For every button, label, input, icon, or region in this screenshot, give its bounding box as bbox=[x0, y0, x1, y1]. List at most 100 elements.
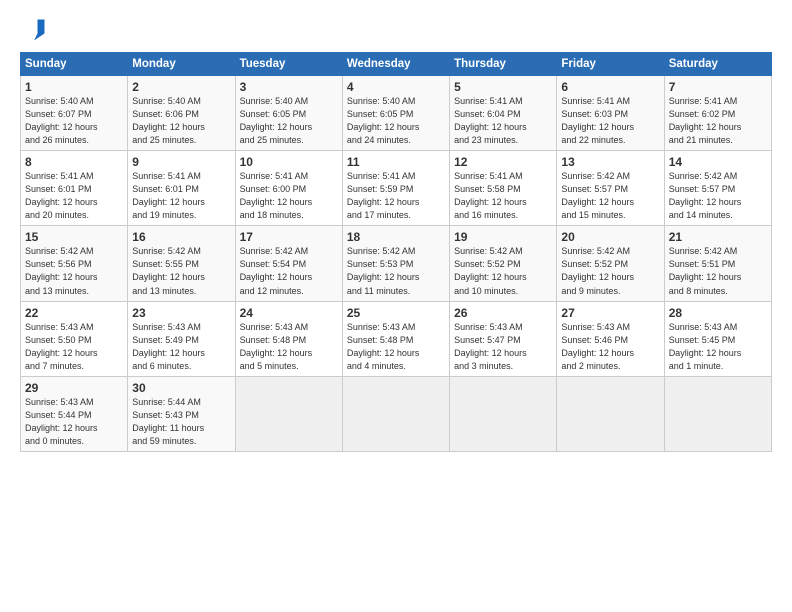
day-number: 18 bbox=[347, 230, 445, 244]
day-info: Sunrise: 5:42 AM Sunset: 5:51 PM Dayligh… bbox=[669, 245, 767, 297]
day-number: 20 bbox=[561, 230, 659, 244]
day-number: 9 bbox=[132, 155, 230, 169]
calendar-page: Sunday Monday Tuesday Wednesday Thursday… bbox=[0, 0, 792, 612]
day-info: Sunrise: 5:43 AM Sunset: 5:44 PM Dayligh… bbox=[25, 396, 123, 448]
calendar-cell: 17Sunrise: 5:42 AM Sunset: 5:54 PM Dayli… bbox=[235, 226, 342, 301]
calendar-cell: 1Sunrise: 5:40 AM Sunset: 6:07 PM Daylig… bbox=[21, 76, 128, 151]
day-info: Sunrise: 5:40 AM Sunset: 6:07 PM Dayligh… bbox=[25, 95, 123, 147]
calendar-cell: 6Sunrise: 5:41 AM Sunset: 6:03 PM Daylig… bbox=[557, 76, 664, 151]
day-number: 2 bbox=[132, 80, 230, 94]
day-number: 23 bbox=[132, 306, 230, 320]
calendar-cell bbox=[557, 376, 664, 451]
day-number: 19 bbox=[454, 230, 552, 244]
day-number: 12 bbox=[454, 155, 552, 169]
day-info: Sunrise: 5:41 AM Sunset: 6:01 PM Dayligh… bbox=[25, 170, 123, 222]
day-info: Sunrise: 5:44 AM Sunset: 5:43 PM Dayligh… bbox=[132, 396, 230, 448]
day-number: 8 bbox=[25, 155, 123, 169]
day-number: 5 bbox=[454, 80, 552, 94]
day-number: 3 bbox=[240, 80, 338, 94]
day-number: 21 bbox=[669, 230, 767, 244]
day-info: Sunrise: 5:42 AM Sunset: 5:56 PM Dayligh… bbox=[25, 245, 123, 297]
day-number: 10 bbox=[240, 155, 338, 169]
week-row-2: 15Sunrise: 5:42 AM Sunset: 5:56 PM Dayli… bbox=[21, 226, 772, 301]
day-info: Sunrise: 5:42 AM Sunset: 5:53 PM Dayligh… bbox=[347, 245, 445, 297]
day-info: Sunrise: 5:42 AM Sunset: 5:52 PM Dayligh… bbox=[454, 245, 552, 297]
calendar-cell: 9Sunrise: 5:41 AM Sunset: 6:01 PM Daylig… bbox=[128, 151, 235, 226]
day-info: Sunrise: 5:43 AM Sunset: 5:50 PM Dayligh… bbox=[25, 321, 123, 373]
calendar-table: Sunday Monday Tuesday Wednesday Thursday… bbox=[20, 52, 772, 452]
week-row-0: 1Sunrise: 5:40 AM Sunset: 6:07 PM Daylig… bbox=[21, 76, 772, 151]
day-number: 29 bbox=[25, 381, 123, 395]
day-info: Sunrise: 5:41 AM Sunset: 5:59 PM Dayligh… bbox=[347, 170, 445, 222]
day-info: Sunrise: 5:41 AM Sunset: 6:03 PM Dayligh… bbox=[561, 95, 659, 147]
day-number: 4 bbox=[347, 80, 445, 94]
calendar-cell: 27Sunrise: 5:43 AM Sunset: 5:46 PM Dayli… bbox=[557, 301, 664, 376]
day-info: Sunrise: 5:42 AM Sunset: 5:57 PM Dayligh… bbox=[561, 170, 659, 222]
calendar-cell: 14Sunrise: 5:42 AM Sunset: 5:57 PM Dayli… bbox=[664, 151, 771, 226]
calendar-cell: 18Sunrise: 5:42 AM Sunset: 5:53 PM Dayli… bbox=[342, 226, 449, 301]
day-info: Sunrise: 5:41 AM Sunset: 6:01 PM Dayligh… bbox=[132, 170, 230, 222]
week-row-1: 8Sunrise: 5:41 AM Sunset: 6:01 PM Daylig… bbox=[21, 151, 772, 226]
calendar-cell: 8Sunrise: 5:41 AM Sunset: 6:01 PM Daylig… bbox=[21, 151, 128, 226]
day-info: Sunrise: 5:43 AM Sunset: 5:48 PM Dayligh… bbox=[347, 321, 445, 373]
day-number: 15 bbox=[25, 230, 123, 244]
day-info: Sunrise: 5:41 AM Sunset: 5:58 PM Dayligh… bbox=[454, 170, 552, 222]
day-info: Sunrise: 5:43 AM Sunset: 5:45 PM Dayligh… bbox=[669, 321, 767, 373]
calendar-cell: 7Sunrise: 5:41 AM Sunset: 6:02 PM Daylig… bbox=[664, 76, 771, 151]
logo-icon bbox=[20, 16, 48, 44]
day-number: 16 bbox=[132, 230, 230, 244]
calendar-cell: 12Sunrise: 5:41 AM Sunset: 5:58 PM Dayli… bbox=[450, 151, 557, 226]
day-number: 27 bbox=[561, 306, 659, 320]
header-row: Sunday Monday Tuesday Wednesday Thursday… bbox=[21, 53, 772, 76]
calendar-cell: 3Sunrise: 5:40 AM Sunset: 6:05 PM Daylig… bbox=[235, 76, 342, 151]
day-info: Sunrise: 5:42 AM Sunset: 5:55 PM Dayligh… bbox=[132, 245, 230, 297]
col-saturday: Saturday bbox=[664, 53, 771, 76]
col-monday: Monday bbox=[128, 53, 235, 76]
calendar-cell bbox=[342, 376, 449, 451]
week-row-4: 29Sunrise: 5:43 AM Sunset: 5:44 PM Dayli… bbox=[21, 376, 772, 451]
calendar-cell: 5Sunrise: 5:41 AM Sunset: 6:04 PM Daylig… bbox=[450, 76, 557, 151]
calendar-cell: 15Sunrise: 5:42 AM Sunset: 5:56 PM Dayli… bbox=[21, 226, 128, 301]
day-info: Sunrise: 5:42 AM Sunset: 5:57 PM Dayligh… bbox=[669, 170, 767, 222]
calendar-cell: 13Sunrise: 5:42 AM Sunset: 5:57 PM Dayli… bbox=[557, 151, 664, 226]
calendar-cell: 20Sunrise: 5:42 AM Sunset: 5:52 PM Dayli… bbox=[557, 226, 664, 301]
day-info: Sunrise: 5:40 AM Sunset: 6:06 PM Dayligh… bbox=[132, 95, 230, 147]
calendar-cell: 11Sunrise: 5:41 AM Sunset: 5:59 PM Dayli… bbox=[342, 151, 449, 226]
day-number: 6 bbox=[561, 80, 659, 94]
logo bbox=[20, 16, 52, 44]
calendar-cell: 29Sunrise: 5:43 AM Sunset: 5:44 PM Dayli… bbox=[21, 376, 128, 451]
header bbox=[20, 16, 772, 44]
day-number: 28 bbox=[669, 306, 767, 320]
calendar-cell: 22Sunrise: 5:43 AM Sunset: 5:50 PM Dayli… bbox=[21, 301, 128, 376]
day-info: Sunrise: 5:41 AM Sunset: 6:04 PM Dayligh… bbox=[454, 95, 552, 147]
day-info: Sunrise: 5:41 AM Sunset: 6:02 PM Dayligh… bbox=[669, 95, 767, 147]
day-number: 26 bbox=[454, 306, 552, 320]
col-thursday: Thursday bbox=[450, 53, 557, 76]
day-info: Sunrise: 5:43 AM Sunset: 5:48 PM Dayligh… bbox=[240, 321, 338, 373]
week-row-3: 22Sunrise: 5:43 AM Sunset: 5:50 PM Dayli… bbox=[21, 301, 772, 376]
calendar-cell: 28Sunrise: 5:43 AM Sunset: 5:45 PM Dayli… bbox=[664, 301, 771, 376]
calendar-cell: 16Sunrise: 5:42 AM Sunset: 5:55 PM Dayli… bbox=[128, 226, 235, 301]
calendar-cell bbox=[235, 376, 342, 451]
calendar-cell: 21Sunrise: 5:42 AM Sunset: 5:51 PM Dayli… bbox=[664, 226, 771, 301]
calendar-cell: 4Sunrise: 5:40 AM Sunset: 6:05 PM Daylig… bbox=[342, 76, 449, 151]
day-number: 7 bbox=[669, 80, 767, 94]
day-info: Sunrise: 5:43 AM Sunset: 5:47 PM Dayligh… bbox=[454, 321, 552, 373]
day-info: Sunrise: 5:43 AM Sunset: 5:46 PM Dayligh… bbox=[561, 321, 659, 373]
col-tuesday: Tuesday bbox=[235, 53, 342, 76]
calendar-cell bbox=[664, 376, 771, 451]
calendar-cell: 30Sunrise: 5:44 AM Sunset: 5:43 PM Dayli… bbox=[128, 376, 235, 451]
calendar-cell: 26Sunrise: 5:43 AM Sunset: 5:47 PM Dayli… bbox=[450, 301, 557, 376]
day-number: 11 bbox=[347, 155, 445, 169]
calendar-cell bbox=[450, 376, 557, 451]
day-info: Sunrise: 5:42 AM Sunset: 5:54 PM Dayligh… bbox=[240, 245, 338, 297]
day-number: 30 bbox=[132, 381, 230, 395]
day-number: 22 bbox=[25, 306, 123, 320]
day-number: 24 bbox=[240, 306, 338, 320]
calendar-cell: 19Sunrise: 5:42 AM Sunset: 5:52 PM Dayli… bbox=[450, 226, 557, 301]
calendar-cell: 24Sunrise: 5:43 AM Sunset: 5:48 PM Dayli… bbox=[235, 301, 342, 376]
calendar-cell: 10Sunrise: 5:41 AM Sunset: 6:00 PM Dayli… bbox=[235, 151, 342, 226]
day-number: 14 bbox=[669, 155, 767, 169]
day-info: Sunrise: 5:40 AM Sunset: 6:05 PM Dayligh… bbox=[240, 95, 338, 147]
day-number: 1 bbox=[25, 80, 123, 94]
